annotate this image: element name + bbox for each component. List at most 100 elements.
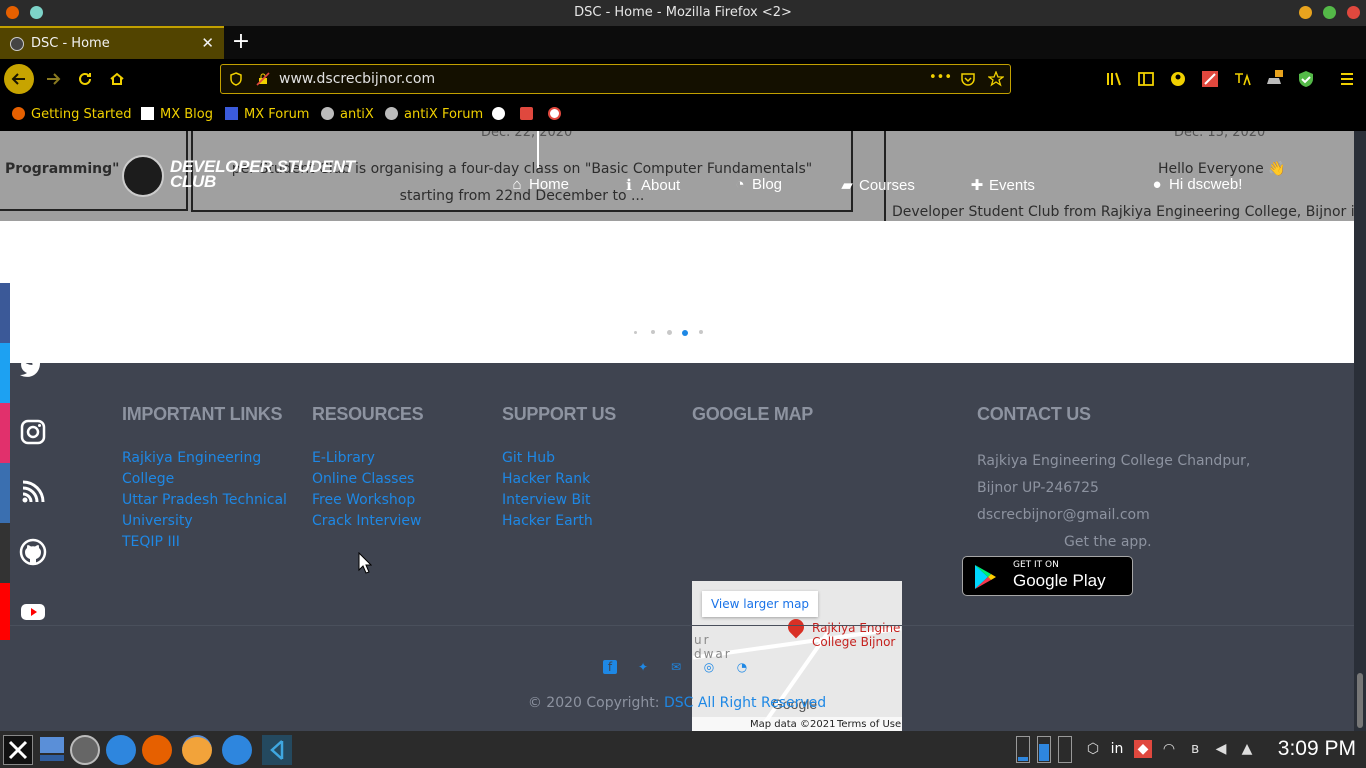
url-bar[interactable]: www.dscrecbijnor.com ••• (220, 64, 1011, 94)
anydesk-icon[interactable]: ◆ (1134, 740, 1152, 758)
mx-start-menu-icon[interactable] (3, 735, 33, 765)
bookmark-antix[interactable]: antiX (321, 107, 374, 122)
nav-events[interactable]: ✚ Events (970, 176, 1035, 194)
workspace-2[interactable] (1037, 736, 1051, 763)
link-hacker-rank[interactable]: Hacker Rank (502, 471, 590, 487)
insecure-lock-icon[interactable] (256, 72, 270, 86)
bookmark-antix-forum[interactable]: antiX Forum (385, 107, 483, 122)
carousel-dot[interactable] (651, 330, 655, 334)
sidebar-instagram[interactable] (0, 403, 10, 463)
carousel-dot[interactable] (634, 331, 637, 334)
link-online-classes[interactable]: Online Classes (312, 471, 414, 487)
link-free-workshop[interactable]: Free Workshop (312, 492, 415, 508)
carousel-dot[interactable] (699, 330, 703, 334)
nav-home[interactable]: ⌂ Home (510, 176, 569, 193)
workspace-3[interactable] (1058, 736, 1072, 763)
shield-icon[interactable] (229, 72, 243, 86)
url-text[interactable]: www.dscrecbijnor.com (279, 71, 435, 87)
youtube-icon[interactable] (18, 597, 48, 627)
blog-icon[interactable] (18, 477, 48, 507)
link-interview-bit[interactable]: Interview Bit (502, 492, 591, 508)
copyright-link[interactable]: DSC All Right Reserved (664, 695, 826, 711)
privacy-shield-icon[interactable] (1297, 70, 1315, 88)
nav-courses[interactable]: ▰ Courses (840, 176, 915, 194)
sidebar-youtube[interactable] (0, 583, 10, 640)
addon-badge-icon[interactable] (1265, 70, 1283, 88)
addon-red-icon[interactable] (1201, 70, 1219, 88)
nav-about[interactable]: ℹ About (622, 176, 680, 194)
dsc-logo[interactable] (122, 155, 164, 197)
sidebar-twitter[interactable] (0, 343, 10, 403)
tray-expand-icon[interactable]: ▲ (1238, 740, 1256, 758)
file-manager-window-icon[interactable] (222, 735, 252, 765)
google-play-badge[interactable]: GET IT ON Google Play (962, 556, 1133, 596)
forward-button[interactable] (38, 64, 68, 94)
volume-icon[interactable]: ◀ (1212, 740, 1230, 758)
bookmark-github[interactable] (492, 107, 511, 122)
instagram-icon[interactable] (18, 417, 48, 447)
bookmark-getting-started[interactable]: Getting Started (12, 107, 132, 122)
event-card[interactable]: Dec. 15, 2020 Hello Everyone 👋 Developer… (884, 131, 1354, 221)
library-icon[interactable] (1105, 70, 1123, 88)
link-e-library[interactable]: E-Library (312, 450, 375, 466)
account-icon[interactable] (1169, 70, 1187, 88)
twitter-icon[interactable] (18, 355, 48, 385)
hamburger-menu-icon[interactable] (1338, 70, 1356, 88)
view-larger-map-button[interactable]: View larger map (702, 591, 818, 617)
twitter-icon[interactable]: ✦ (636, 660, 650, 674)
link-uptu[interactable]: University (122, 513, 193, 529)
wifi-icon[interactable]: ◠ (1160, 740, 1178, 758)
pocket-icon[interactable] (960, 71, 976, 87)
link-git-hub[interactable]: Git Hub (502, 450, 555, 466)
link-rec[interactable]: Rajkiya Engineering (122, 450, 261, 466)
blog-icon[interactable]: ◔ (735, 660, 749, 674)
tab-close-icon[interactable]: ✕ (201, 34, 214, 52)
file-manager-icon[interactable] (106, 735, 136, 765)
nav-user[interactable]: ● Hi dscweb! (1150, 176, 1242, 193)
nav-blog[interactable]: ◔ Blog (733, 176, 782, 193)
link-crack-interview[interactable]: Crack Interview (312, 513, 421, 529)
sidebar-blog[interactable] (0, 463, 10, 523)
maximize-button[interactable] (1323, 6, 1336, 19)
vscode-window-icon[interactable] (262, 735, 292, 765)
map-terms-link[interactable]: Terms of Use (837, 719, 901, 730)
carousel-dot-active[interactable] (682, 329, 688, 336)
firefox-launcher-icon[interactable] (142, 735, 172, 765)
minimize-button[interactable] (1299, 6, 1312, 19)
instagram-icon[interactable]: ◎ (702, 660, 716, 674)
reload-button[interactable] (70, 64, 100, 94)
sidebar-github[interactable] (0, 523, 10, 583)
facebook-icon[interactable]: f (603, 660, 617, 674)
bookmark-gmail[interactable] (520, 107, 539, 122)
tab-dsc-home[interactable]: DSC - Home ✕ (0, 26, 224, 59)
translate-icon[interactable] (1233, 70, 1251, 88)
show-desktop-icon[interactable] (38, 735, 68, 765)
bookmark-mx-blog[interactable]: MX Blog (141, 107, 213, 122)
reader-sidebar-icon[interactable] (1137, 70, 1155, 88)
home-button[interactable] (102, 64, 132, 94)
star-icon[interactable] (988, 71, 1004, 87)
github-icon[interactable] (18, 537, 48, 567)
link-hacker-earth[interactable]: Hacker Earth (502, 513, 593, 529)
bookmark-mx-forum[interactable]: MX Forum (225, 107, 309, 122)
back-button[interactable] (4, 64, 34, 94)
bookmark-extra[interactable] (548, 107, 567, 122)
close-window-button[interactable] (1347, 6, 1360, 19)
bluetooth-icon[interactable]: ʙ (1186, 740, 1204, 758)
carousel-dot[interactable] (667, 330, 672, 335)
link-rec[interactable]: College (122, 471, 174, 487)
firefox-window-icon[interactable] (182, 735, 212, 765)
link-teqip[interactable]: TEQIP III (122, 534, 180, 550)
keyboard-layout-indicator[interactable]: in (1108, 740, 1126, 758)
taskbar-clock[interactable]: 3:09 PM (1278, 737, 1356, 761)
page-actions-icon[interactable]: ••• (929, 70, 952, 85)
package-updater-icon[interactable]: ⬡ (1084, 740, 1102, 758)
page-scrollbar[interactable] (1354, 131, 1366, 731)
email-icon[interactable]: ✉ (669, 660, 683, 674)
settings-gear-icon[interactable] (70, 735, 100, 765)
sidebar-facebook[interactable] (0, 283, 10, 343)
workspace-1[interactable] (1016, 736, 1030, 763)
brand-name[interactable]: DEVELOPER STUDENT CLUB (170, 158, 355, 190)
scrollbar-thumb[interactable] (1357, 673, 1363, 728)
new-tab-button[interactable]: + (230, 29, 252, 55)
